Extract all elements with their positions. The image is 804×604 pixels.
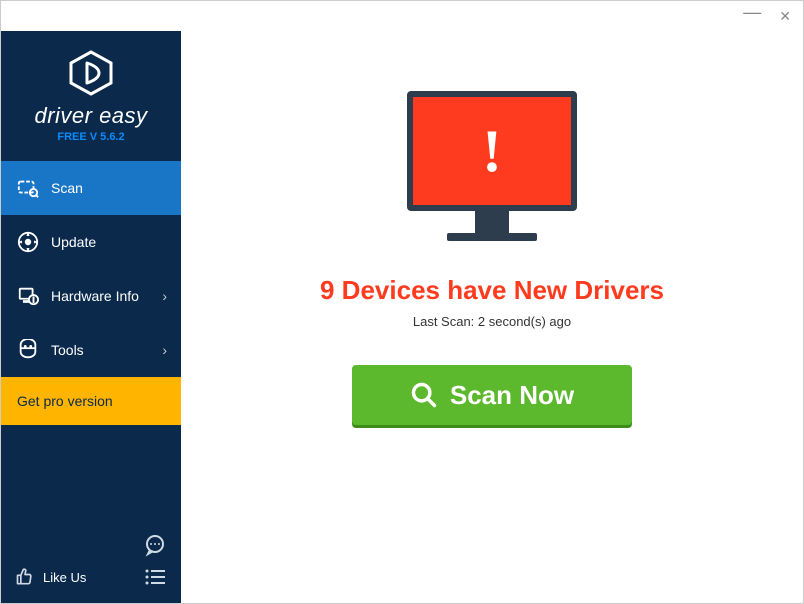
app-name: driver easy [1, 103, 181, 129]
monitor-illustration: ! [407, 91, 577, 241]
app-version: FREE V 5.6.2 [1, 131, 181, 143]
menu-list-icon[interactable] [143, 565, 167, 589]
sidebar-item-tools[interactable]: Tools › [1, 323, 181, 377]
sidebar-bottom: Like Us [1, 523, 181, 603]
tools-icon [17, 339, 39, 361]
sidebar-item-label: Tools [51, 342, 84, 358]
main-content: ! 9 Devices have New Drivers Last Scan: … [181, 31, 803, 603]
sidebar-item-label: Hardware Info [51, 288, 139, 304]
app-body: driver easy FREE V 5.6.2 Scan Update i [1, 31, 803, 603]
sidebar-item-label: Scan [51, 180, 83, 196]
sidebar-item-scan[interactable]: Scan [1, 161, 181, 215]
chevron-right-icon: › [162, 288, 167, 304]
close-button[interactable]: ✕ [779, 8, 791, 25]
scan-icon [17, 177, 39, 199]
sidebar-item-hardware-info[interactable]: i Hardware Info › [1, 269, 181, 323]
scan-now-label: Scan Now [450, 380, 574, 411]
sidebar: driver easy FREE V 5.6.2 Scan Update i [1, 31, 181, 603]
alert-screen: ! [407, 91, 577, 211]
logo-area: driver easy FREE V 5.6.2 [1, 31, 181, 155]
get-pro-button[interactable]: Get pro version [1, 377, 181, 425]
sidebar-nav: Scan Update i Hardware Info › Tools [1, 161, 181, 377]
window-titlebar: — ✕ [1, 1, 803, 31]
svg-text:i: i [32, 295, 34, 304]
sidebar-item-label: Update [51, 234, 96, 250]
like-us-button[interactable]: Like Us [15, 567, 86, 587]
headline: 9 Devices have New Drivers [320, 275, 664, 306]
minimize-button[interactable]: — [743, 2, 761, 23]
update-icon [17, 231, 39, 253]
get-pro-label: Get pro version [17, 393, 113, 409]
sidebar-item-update[interactable]: Update [1, 215, 181, 269]
like-us-label: Like Us [43, 570, 86, 585]
scan-now-button[interactable]: Scan Now [352, 365, 632, 425]
search-icon [410, 381, 438, 409]
last-scan-label: Last Scan: 2 second(s) ago [413, 314, 571, 329]
chevron-right-icon: › [162, 342, 167, 358]
feedback-icon[interactable] [143, 533, 167, 557]
hardware-info-icon: i [17, 285, 39, 307]
exclamation-icon: ! [482, 117, 502, 186]
thumbs-up-icon [15, 567, 35, 587]
logo-icon [67, 49, 115, 97]
